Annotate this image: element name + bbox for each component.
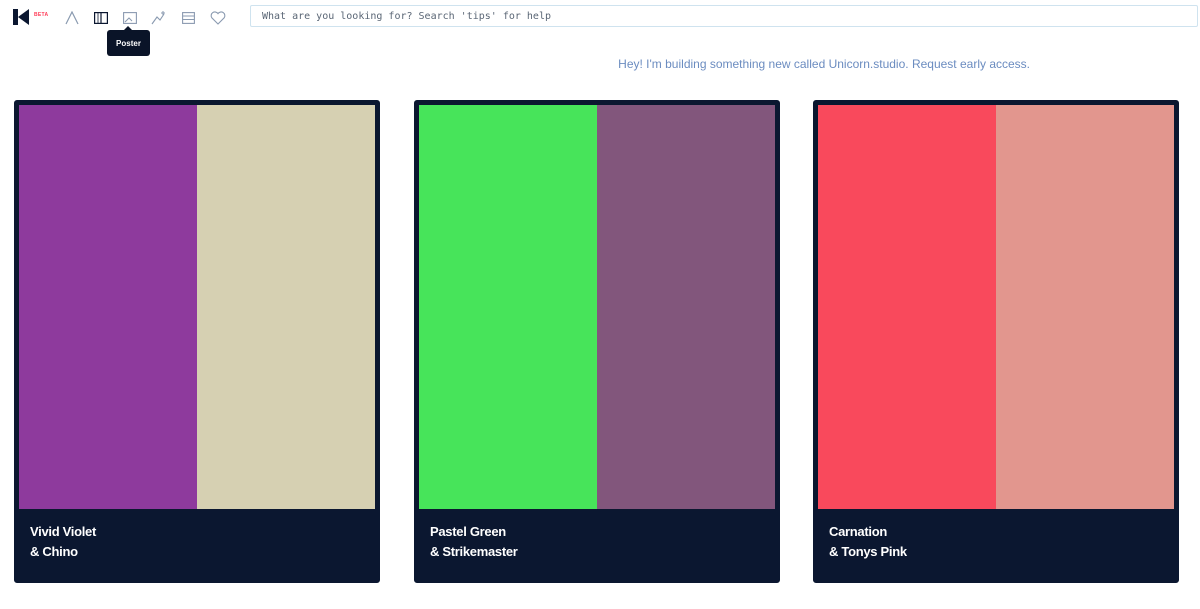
palette-name-line1: Vivid Violet — [30, 524, 97, 539]
palette-name: Vivid Violet & Chino — [30, 522, 96, 562]
gradient-icon — [151, 11, 165, 25]
palette-name-line2: & Chino — [30, 544, 78, 559]
color-swatch — [597, 105, 775, 509]
poster-tool-button[interactable] — [91, 8, 111, 28]
color-swatch — [19, 105, 197, 509]
beta-badge: BETA — [34, 12, 49, 18]
type-tool-button[interactable] — [62, 8, 82, 28]
favorites-tool-button[interactable] — [208, 8, 228, 28]
poster-tooltip: Poster — [107, 26, 150, 56]
color-swatch — [996, 105, 1174, 509]
gradient-tool-button[interactable] — [149, 8, 169, 28]
list-icon — [181, 12, 195, 24]
palette-card-carnation-tonys-pink[interactable]: Carnation & Tonys Pink — [813, 100, 1179, 583]
type-icon — [65, 11, 79, 25]
palette-name: Pastel Green & Strikemaster — [430, 522, 518, 562]
top-toolbar: BETA — [0, 0, 1200, 36]
palette-name-line2: & Tonys Pink — [829, 544, 907, 559]
palette-name-line1: Pastel Green — [430, 524, 506, 539]
palette-card-pastel-green-strikemaster[interactable]: Pastel Green & Strikemaster — [414, 100, 780, 583]
color-swatch — [197, 105, 375, 509]
search-input[interactable] — [250, 5, 1198, 27]
early-access-announcement[interactable]: Hey! I'm building something new called U… — [0, 57, 1030, 71]
color-swatch — [419, 105, 597, 509]
list-tool-button[interactable] — [178, 8, 198, 28]
logo-icon[interactable] — [13, 9, 29, 25]
palette-card-vivid-violet-chino[interactable]: Vivid Violet & Chino — [14, 100, 380, 583]
heart-icon — [210, 11, 226, 25]
palette-name: Carnation & Tonys Pink — [829, 522, 907, 562]
palette-swatches — [818, 105, 1174, 509]
columns-icon — [94, 12, 108, 24]
image-icon — [123, 12, 137, 24]
color-swatch — [818, 105, 996, 509]
image-tool-button[interactable] — [120, 8, 140, 28]
palette-name-line1: Carnation — [829, 524, 887, 539]
palette-swatches — [419, 105, 775, 509]
palette-swatches — [19, 105, 375, 509]
palette-name-line2: & Strikemaster — [430, 544, 518, 559]
